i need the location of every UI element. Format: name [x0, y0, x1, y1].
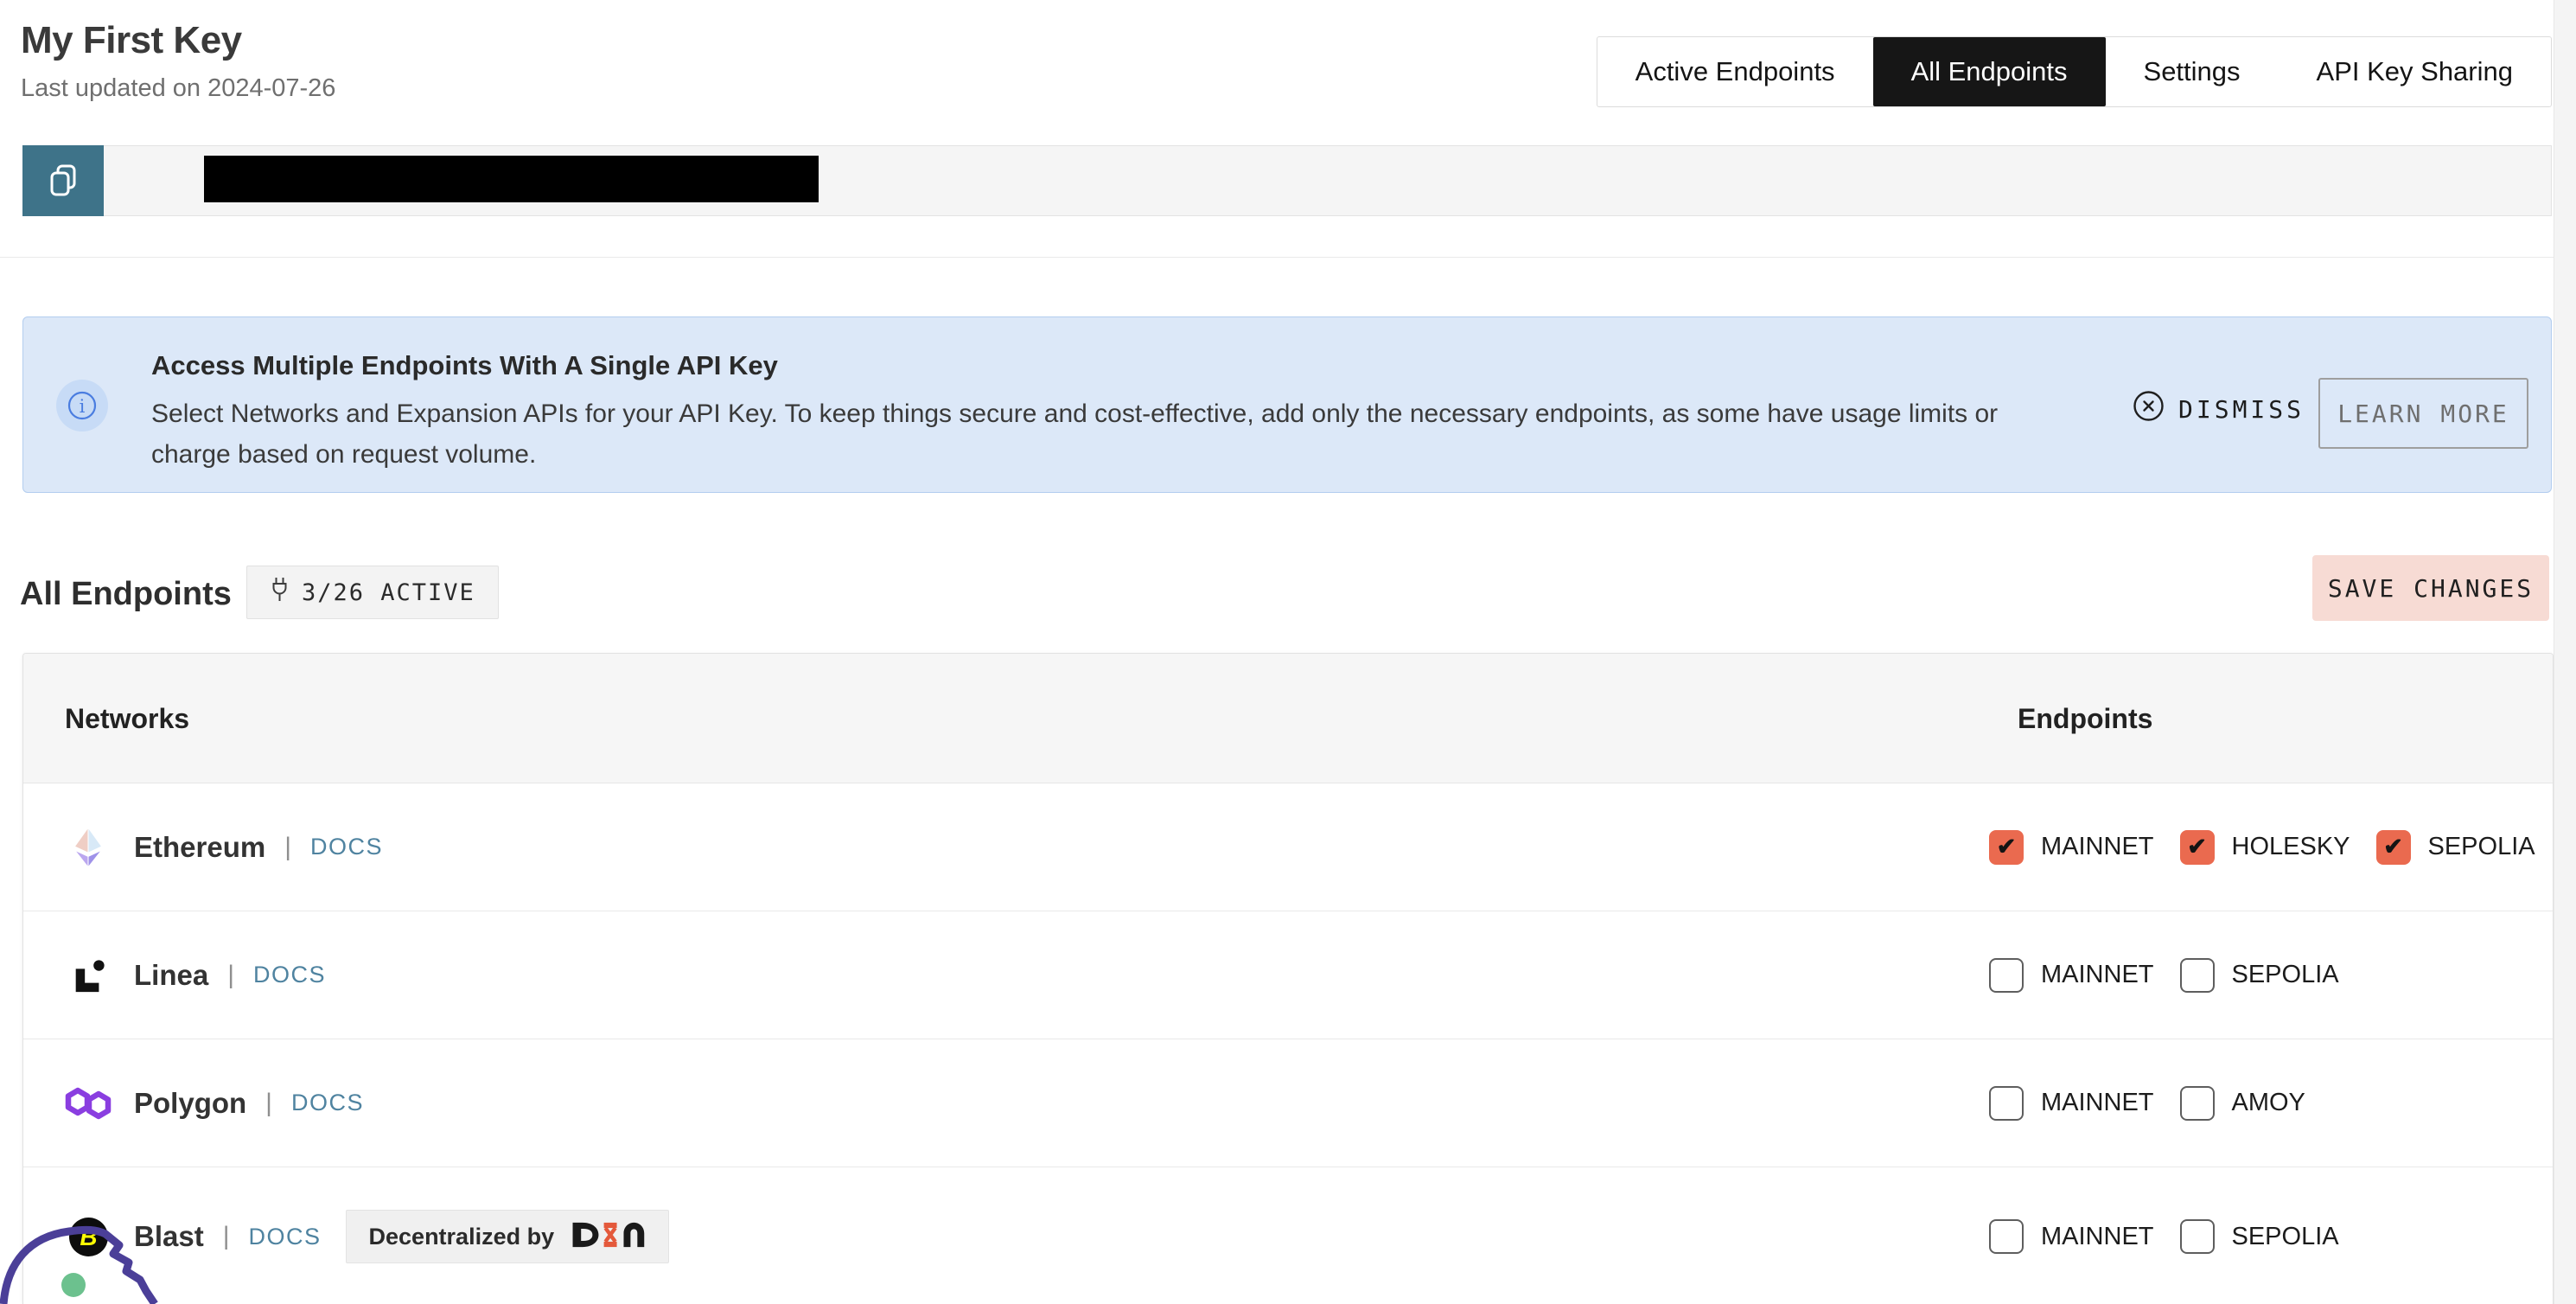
- circle-x-icon: [2133, 390, 2165, 428]
- banner-body: Select Networks and Expansion APIs for y…: [151, 393, 2001, 475]
- endpoint-label: SEPOLIA: [2232, 961, 2339, 989]
- endpoint-label: MAINNET: [2041, 1223, 2154, 1251]
- svg-text:i: i: [80, 396, 86, 417]
- checkbox-unchecked[interactable]: [1989, 958, 2024, 993]
- endpoint-checkboxes: MAINNET HOLESKY SEPOLIA: [1989, 783, 2535, 911]
- network-name: Polygon: [134, 1087, 246, 1120]
- table-header: Networks Endpoints: [23, 654, 2553, 783]
- checkbox-checked[interactable]: [1989, 830, 2024, 865]
- endpoint-option-mainnet[interactable]: MAINNET: [1989, 958, 2154, 993]
- separator: |: [227, 961, 234, 990]
- checkbox-unchecked[interactable]: [2180, 1219, 2215, 1254]
- endpoint-label: MAINNET: [2041, 833, 2154, 861]
- endpoint-option-sepolia[interactable]: SEPOLIA: [2180, 958, 2339, 993]
- networks-column-header: Networks: [65, 654, 189, 783]
- endpoint-checkboxes: MAINNET SEPOLIA: [1989, 1167, 2339, 1304]
- active-count-text: 3/26 ACTIVE: [302, 579, 475, 606]
- docs-link-linea[interactable]: DOCS: [253, 962, 326, 988]
- online-status-dot: [61, 1273, 86, 1297]
- ethereum-logo: [65, 827, 112, 868]
- endpoint-option-amoy[interactable]: AMOY: [2180, 1086, 2305, 1121]
- checkbox-checked[interactable]: [2180, 830, 2215, 865]
- endpoint-option-sepolia[interactable]: SEPOLIA: [2376, 830, 2535, 865]
- api-key-field[interactable]: [104, 145, 2552, 216]
- din-logo: [570, 1220, 646, 1254]
- endpoint-label: MAINNET: [2041, 961, 2154, 989]
- checkbox-checked[interactable]: [2376, 830, 2411, 865]
- banner-title: Access Multiple Endpoints With A Single …: [151, 350, 778, 381]
- table-row-polygon: Polygon | DOCS MAINNET AMOY: [23, 1039, 2553, 1167]
- dismiss-button[interactable]: DISMISS: [2133, 390, 2305, 428]
- docs-link-ethereum[interactable]: DOCS: [310, 834, 383, 860]
- page-header: My First Key Last updated on 2024-07-26: [21, 19, 335, 103]
- decentralized-by-text: Decentralized by: [369, 1224, 555, 1250]
- checkbox-unchecked[interactable]: [2180, 958, 2215, 993]
- endpoint-checkboxes: MAINNET SEPOLIA: [1989, 911, 2339, 1039]
- network-name: Linea: [134, 959, 208, 992]
- network-name: Ethereum: [134, 831, 265, 864]
- plug-icon: [270, 576, 290, 610]
- separator: |: [284, 833, 291, 862]
- endpoint-label: AMOY: [2232, 1089, 2305, 1117]
- checkbox-unchecked[interactable]: [1989, 1219, 2024, 1254]
- checkbox-unchecked[interactable]: [1989, 1086, 2024, 1121]
- endpoint-option-mainnet[interactable]: MAINNET: [1989, 830, 2154, 865]
- docs-link-polygon[interactable]: DOCS: [291, 1090, 364, 1116]
- tab-settings[interactable]: Settings: [2106, 37, 2279, 106]
- endpoint-option-holesky[interactable]: HOLESKY: [2180, 830, 2350, 865]
- learn-more-button[interactable]: LEARN MORE: [2318, 378, 2528, 449]
- endpoint-option-sepolia[interactable]: SEPOLIA: [2180, 1219, 2339, 1254]
- api-key-page: My First Key Last updated on 2024-07-26 …: [0, 0, 2576, 1304]
- separator: |: [223, 1222, 230, 1251]
- table-row-blast: B Blast | DOCS Decentralized by M: [23, 1167, 2553, 1304]
- tab-all-endpoints[interactable]: All Endpoints: [1873, 37, 2106, 106]
- endpoint-label: SEPOLIA: [2428, 833, 2535, 861]
- save-changes-button[interactable]: SAVE CHANGES: [2312, 555, 2549, 621]
- endpoint-label: MAINNET: [2041, 1089, 2154, 1117]
- last-updated-text: Last updated on 2024-07-26: [21, 74, 335, 103]
- all-endpoints-heading: All Endpoints: [20, 576, 232, 613]
- linea-logo: [65, 956, 112, 994]
- scrollbar-track[interactable]: [2554, 0, 2576, 1304]
- endpoint-option-mainnet[interactable]: MAINNET: [1989, 1086, 2154, 1121]
- chat-widget[interactable]: [0, 1209, 216, 1304]
- active-count-badge: 3/26 ACTIVE: [246, 566, 499, 619]
- separator: |: [265, 1089, 272, 1118]
- endpoints-column-header: Endpoints: [2018, 654, 2152, 783]
- page-title: My First Key: [21, 19, 335, 62]
- endpoints-table: Networks Endpoints Ethereum | DOCS MAINN…: [22, 653, 2554, 1304]
- docs-link-blast[interactable]: DOCS: [249, 1224, 322, 1250]
- info-banner: i Access Multiple Endpoints With A Singl…: [22, 316, 2552, 493]
- copy-api-key-button[interactable]: [22, 145, 104, 216]
- endpoint-label: SEPOLIA: [2232, 1223, 2339, 1251]
- dismiss-label: DISMISS: [2178, 395, 2305, 424]
- api-key-bar: [22, 145, 2552, 216]
- endpoint-option-mainnet[interactable]: MAINNET: [1989, 1219, 2154, 1254]
- copy-icon: [44, 161, 82, 201]
- decentralized-by-din-badge: Decentralized by: [346, 1210, 670, 1263]
- tab-api-key-sharing[interactable]: API Key Sharing: [2279, 37, 2551, 106]
- polygon-logo: [65, 1083, 112, 1123]
- tab-bar: Active Endpoints All Endpoints Settings …: [1597, 36, 2552, 107]
- table-row-linea: Linea | DOCS MAINNET SEPOLIA: [23, 911, 2553, 1039]
- info-icon: i: [56, 380, 108, 431]
- redacted-api-key: [204, 156, 819, 202]
- checkbox-unchecked[interactable]: [2180, 1086, 2215, 1121]
- endpoint-label: HOLESKY: [2232, 833, 2350, 861]
- section-divider: [0, 257, 2554, 258]
- endpoint-checkboxes: MAINNET AMOY: [1989, 1039, 2305, 1167]
- tab-active-endpoints[interactable]: Active Endpoints: [1597, 37, 1873, 106]
- table-row-ethereum: Ethereum | DOCS MAINNET HOLESKY SEPOLIA: [23, 783, 2553, 911]
